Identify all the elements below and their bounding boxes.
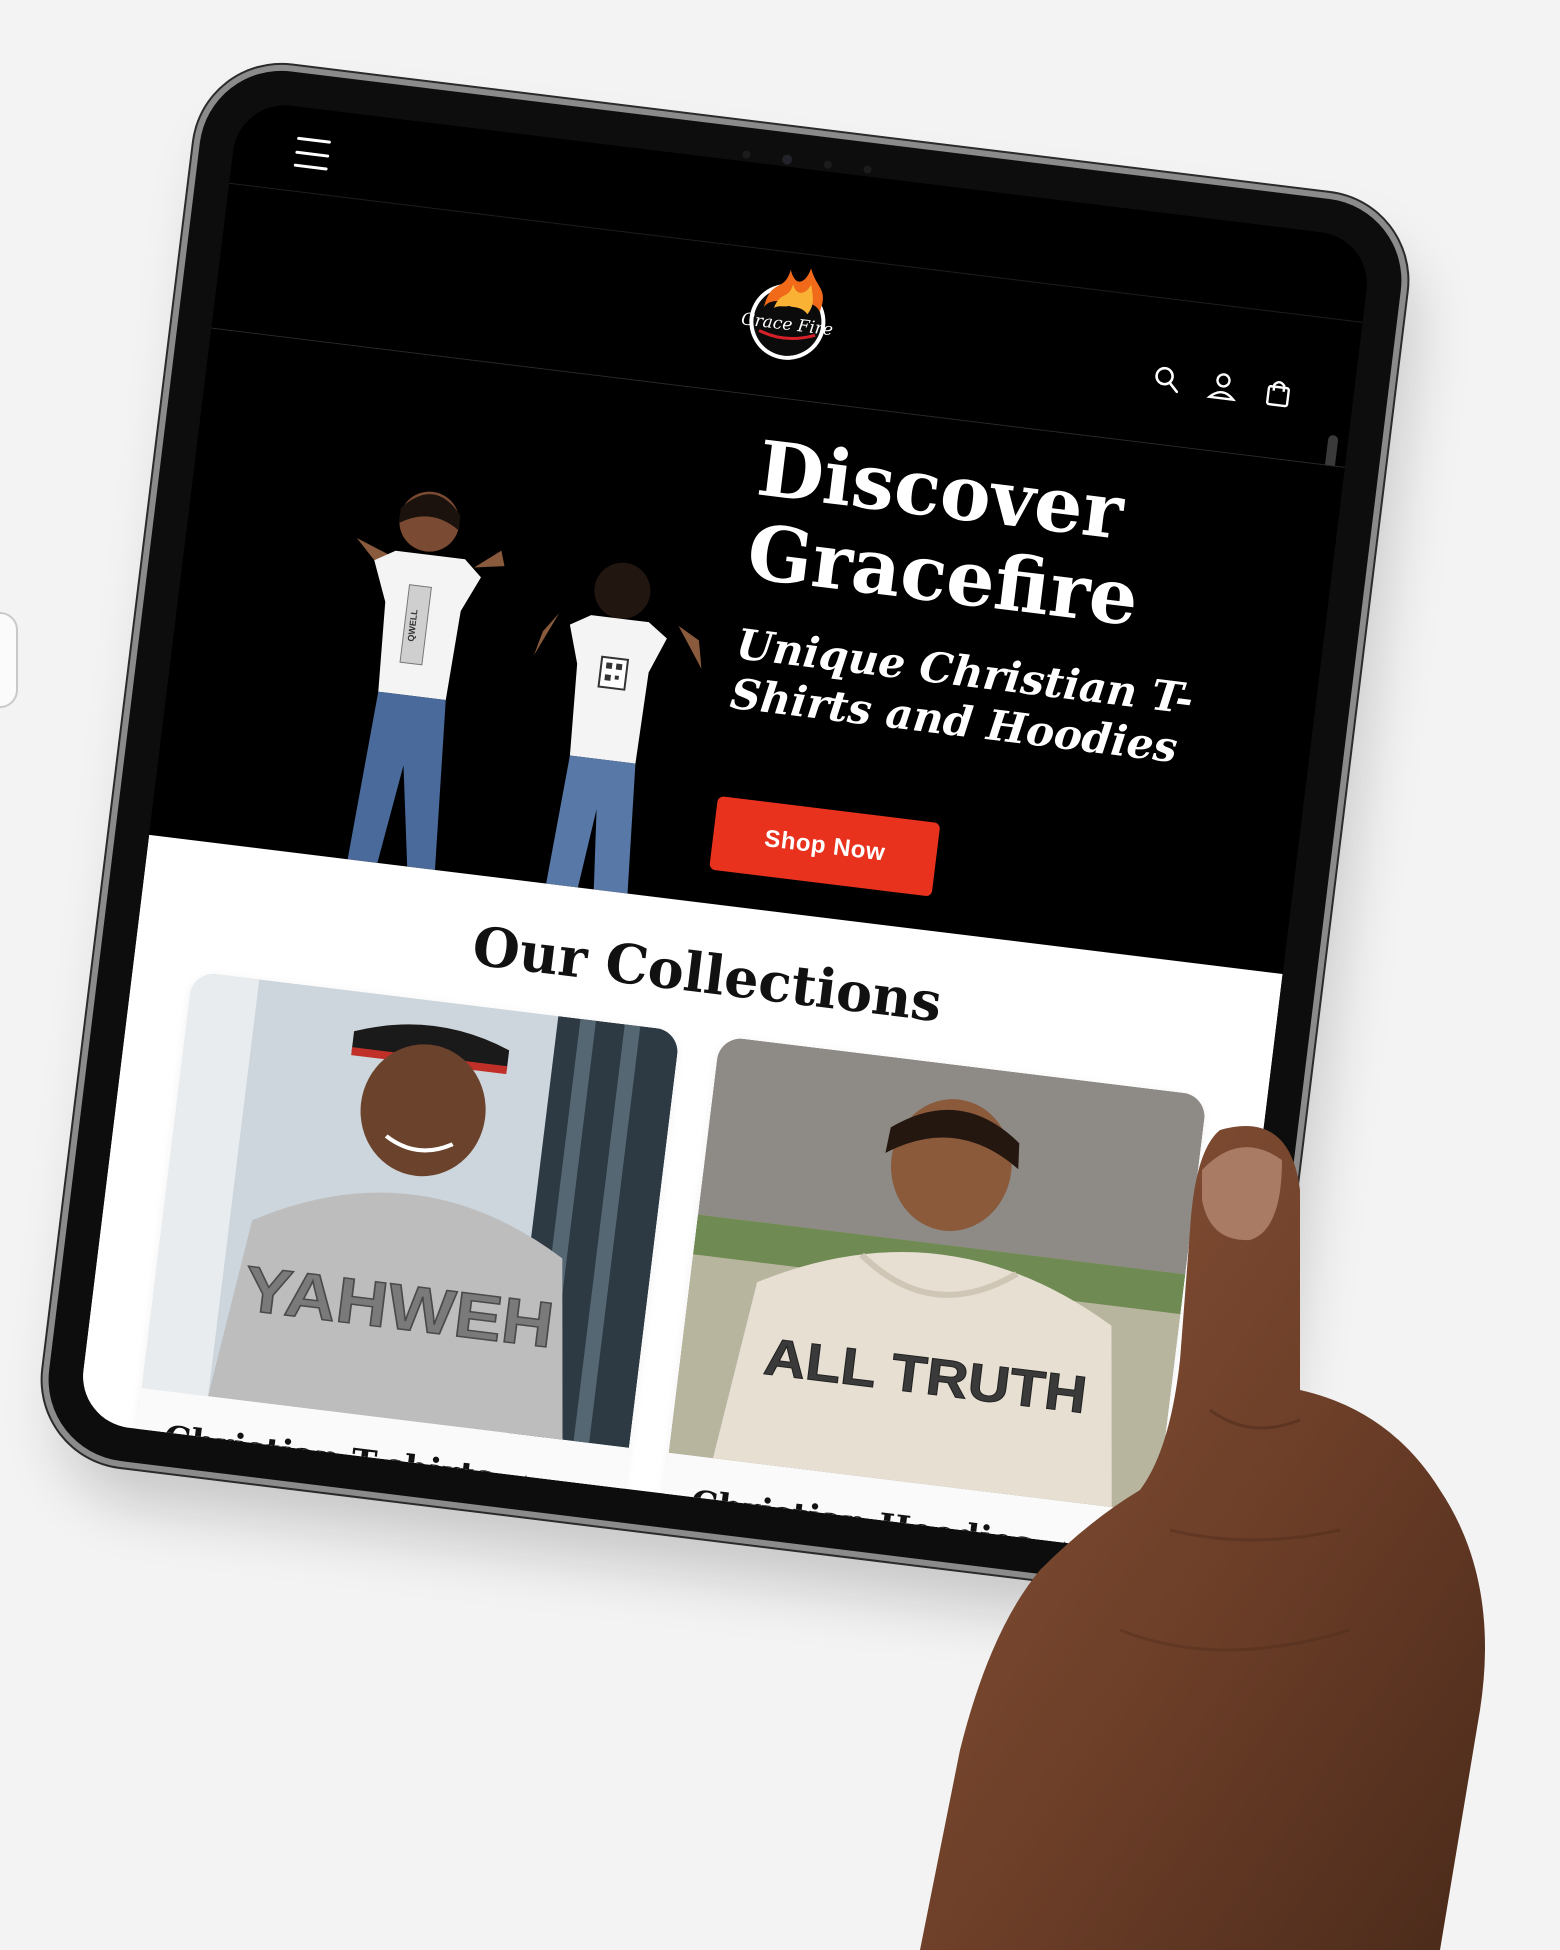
hero-models-image: QWELL <box>347 491 702 894</box>
side-tab <box>0 612 18 708</box>
search-icon[interactable] <box>1150 363 1183 396</box>
shop-now-button[interactable]: Shop Now <box>709 795 941 897</box>
cart-bag-icon[interactable] <box>1262 376 1295 409</box>
hero-title: Discover Gracefire <box>742 423 1144 644</box>
gracefire-logo[interactable]: Grace Fire <box>727 254 850 377</box>
hero-copy: Discover Gracefire Unique Christian T-Sh… <box>728 423 1260 780</box>
hand-image <box>920 1126 1485 1950</box>
header-actions <box>1150 363 1295 410</box>
tshirt-model-image: YAHWEH <box>141 971 681 1448</box>
account-icon[interactable] <box>1206 370 1239 403</box>
page-background: Grace Fire QWELL Discover Gracefire Uniq… <box>0 0 1560 1950</box>
hamburger-menu-icon[interactable] <box>293 136 332 171</box>
